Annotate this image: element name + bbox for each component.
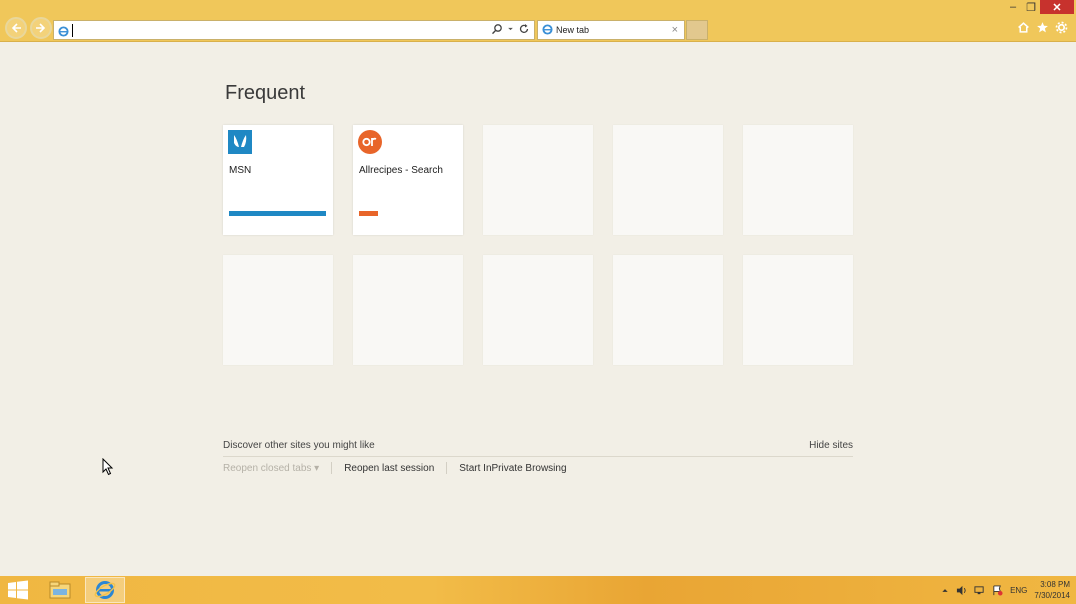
favorites-star-icon[interactable] xyxy=(1036,21,1049,34)
divider xyxy=(331,462,333,474)
tile-title: MSN xyxy=(229,165,252,176)
address-caret xyxy=(72,24,73,37)
tab-new-tab[interactable]: New tab × xyxy=(537,20,685,40)
ie-tab-icon xyxy=(542,23,553,37)
show-hidden-icons-icon[interactable] xyxy=(941,585,949,596)
empty-tile xyxy=(743,255,853,365)
refresh-icon[interactable] xyxy=(518,23,530,35)
tab-title: New tab xyxy=(556,25,590,35)
browser-toolbar: New tab × – ❐ ✕ xyxy=(0,0,1076,42)
forward-arrow-icon xyxy=(36,23,46,33)
close-window-button[interactable]: ✕ xyxy=(1040,0,1074,14)
start-icon[interactable] xyxy=(6,580,30,600)
file-explorer-icon xyxy=(49,581,71,599)
home-icon[interactable] xyxy=(1017,21,1030,34)
tile-frequency-bar xyxy=(229,211,326,216)
tab-actions: Reopen closed tabs ▾ Reopen last session… xyxy=(223,462,567,474)
page-title: Frequent xyxy=(225,82,306,104)
ie-page-icon xyxy=(58,24,69,42)
language-indicator[interactable]: ENG xyxy=(1010,586,1027,595)
clock[interactable]: 3:08 PM 7/30/2014 xyxy=(1034,579,1070,601)
system-tray: ENG 3:08 PM 7/30/2014 xyxy=(941,576,1070,604)
back-arrow-icon xyxy=(11,23,21,33)
minimize-button[interactable]: – xyxy=(1004,0,1022,14)
empty-tile xyxy=(613,125,723,235)
empty-tile xyxy=(353,255,463,365)
taskbar: ENG 3:08 PM 7/30/2014 xyxy=(0,576,1076,604)
volume-icon[interactable] xyxy=(956,585,967,596)
empty-tile xyxy=(483,255,593,365)
discover-row: Discover other sites you might like Hide… xyxy=(223,440,853,457)
mouse-cursor-icon xyxy=(102,458,114,476)
frequent-tile[interactable]: MSN xyxy=(223,125,333,235)
divider xyxy=(446,462,448,474)
tile-frequency-bar xyxy=(359,211,378,216)
internet-explorer-taskbar-button[interactable] xyxy=(85,577,125,603)
tab-close-icon[interactable]: × xyxy=(672,24,678,36)
allrecipes-icon xyxy=(358,130,382,154)
empty-tile xyxy=(223,255,333,365)
tile-title: Allrecipes - Search xyxy=(359,165,443,176)
search-icon[interactable] xyxy=(491,23,503,35)
empty-tile xyxy=(483,125,593,235)
new-tab-button[interactable] xyxy=(686,20,708,40)
clock-time: 3:08 PM xyxy=(1040,580,1070,589)
msn-butterfly-icon xyxy=(228,130,252,154)
settings-gear-icon[interactable] xyxy=(1055,21,1068,34)
back-button[interactable] xyxy=(5,17,27,39)
reopen-closed-tabs-link[interactable]: Reopen closed tabs ▾ xyxy=(223,463,319,474)
start-inprivate-link[interactable]: Start InPrivate Browsing xyxy=(459,463,566,474)
forward-button[interactable] xyxy=(30,17,52,39)
address-bar[interactable] xyxy=(53,20,535,40)
restore-button[interactable]: ❐ xyxy=(1022,0,1040,14)
reopen-last-session-link[interactable]: Reopen last session xyxy=(344,463,434,474)
empty-tile xyxy=(613,255,723,365)
internet-explorer-icon xyxy=(94,581,116,599)
empty-tile xyxy=(743,125,853,235)
file-explorer-taskbar-button[interactable] xyxy=(40,577,80,603)
dropdown-icon[interactable] xyxy=(507,23,514,35)
network-icon[interactable] xyxy=(974,585,985,596)
frequent-tile[interactable]: Allrecipes - Search xyxy=(353,125,463,235)
hide-sites-link[interactable]: Hide sites xyxy=(809,440,853,451)
discover-text: Discover other sites you might like xyxy=(223,440,375,451)
clock-date: 7/30/2014 xyxy=(1034,591,1070,600)
action-center-flag-icon[interactable] xyxy=(992,584,1003,596)
